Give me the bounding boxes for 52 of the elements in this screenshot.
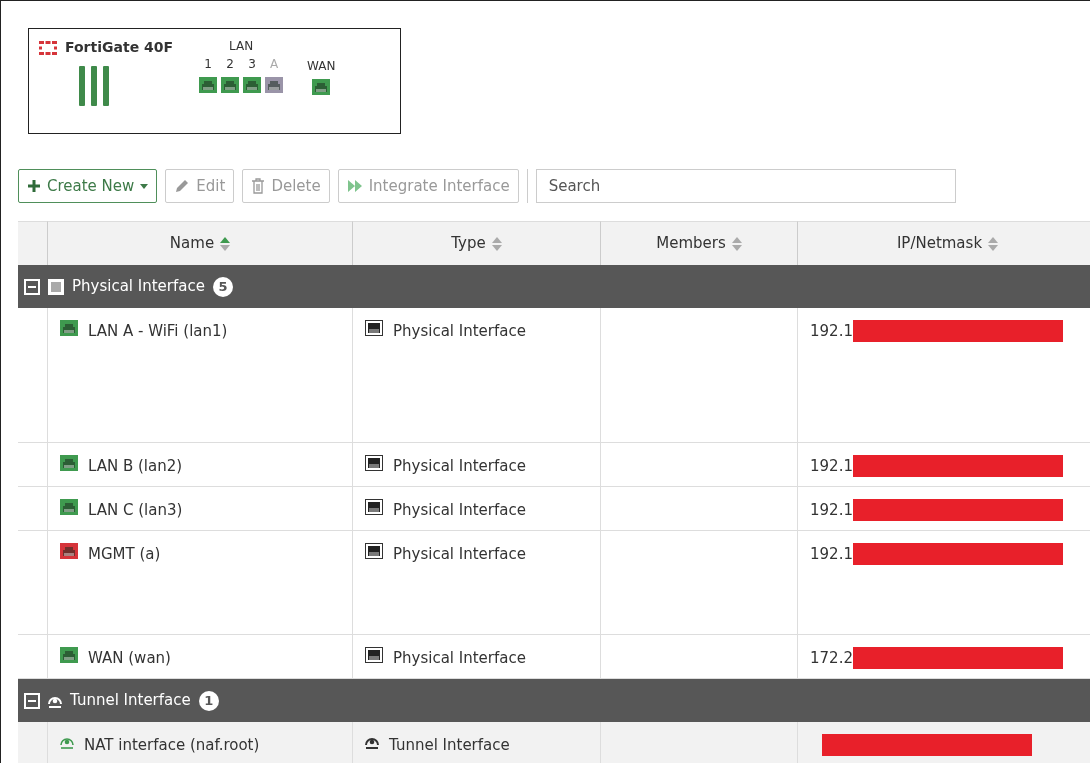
ip-address: 192.1 xyxy=(810,544,853,565)
column-header[interactable]: Type xyxy=(451,232,486,255)
port-label: 1 xyxy=(203,56,213,73)
count-badge: 1 xyxy=(198,690,219,711)
interface-type: Tunnel Interface xyxy=(389,735,510,756)
port-icon xyxy=(365,320,383,336)
sort-icon[interactable] xyxy=(220,236,231,251)
toolbar-button[interactable]: Create New xyxy=(18,169,158,203)
caret-icon xyxy=(140,183,149,189)
ip-address: 192.1 xyxy=(810,500,853,521)
port-icon xyxy=(365,499,383,515)
interface-type: Physical Interface xyxy=(393,500,526,521)
column-header[interactable]: IP/Netmask xyxy=(896,232,983,255)
logo-icon xyxy=(39,40,57,55)
interface-name[interactable]: LAN A - WiFi (lan1) xyxy=(88,320,228,343)
column-header[interactable]: Members xyxy=(656,232,726,255)
port-icon xyxy=(365,647,383,663)
port-label: 2 xyxy=(225,56,235,73)
interface-type: Physical Interface xyxy=(393,456,526,477)
group-header[interactable]: Physical Interface 5 xyxy=(18,265,1090,308)
group-header[interactable]: Tunnel Interface 1 xyxy=(18,679,1090,722)
device-model: FortiGate 40F xyxy=(65,38,174,57)
pencil-icon xyxy=(174,178,191,194)
sort-icon[interactable] xyxy=(988,236,999,251)
port-label: A xyxy=(268,56,280,73)
search-field[interactable]: Search xyxy=(535,169,956,203)
ip-address: 192.1 xyxy=(810,321,853,342)
collapse-icon[interactable] xyxy=(24,278,40,295)
interface-type: Physical Interface xyxy=(393,544,526,565)
column-header[interactable]: Name xyxy=(169,232,215,255)
interface-name[interactable]: WAN (wan) xyxy=(88,647,171,670)
interface-type: Physical Interface xyxy=(393,321,526,342)
plus-icon xyxy=(27,179,41,193)
interface-name[interactable]: LAN C (lan3) xyxy=(88,499,183,522)
port-icon xyxy=(365,455,383,471)
sort-icon[interactable] xyxy=(491,236,502,251)
ip-address: 172.2 xyxy=(810,648,853,669)
double-arrow-icon xyxy=(346,179,363,193)
count-badge: 5 xyxy=(212,276,233,297)
interface-type: Physical Interface xyxy=(393,648,526,669)
trash-icon xyxy=(251,178,266,194)
collapse-icon[interactable] xyxy=(24,692,40,709)
status-bars-icon xyxy=(79,66,111,106)
port-icon xyxy=(365,543,383,559)
port-label: 3 xyxy=(247,56,257,73)
ip-address: 192.1 xyxy=(810,456,853,477)
interface-name[interactable]: MGMT (a) xyxy=(88,543,161,566)
port-label: WAN xyxy=(307,58,336,75)
lan-label: LAN xyxy=(229,38,254,55)
port-icon xyxy=(48,278,64,295)
interface-name[interactable]: LAN B (lan2) xyxy=(88,455,183,478)
sort-icon[interactable] xyxy=(731,236,742,251)
